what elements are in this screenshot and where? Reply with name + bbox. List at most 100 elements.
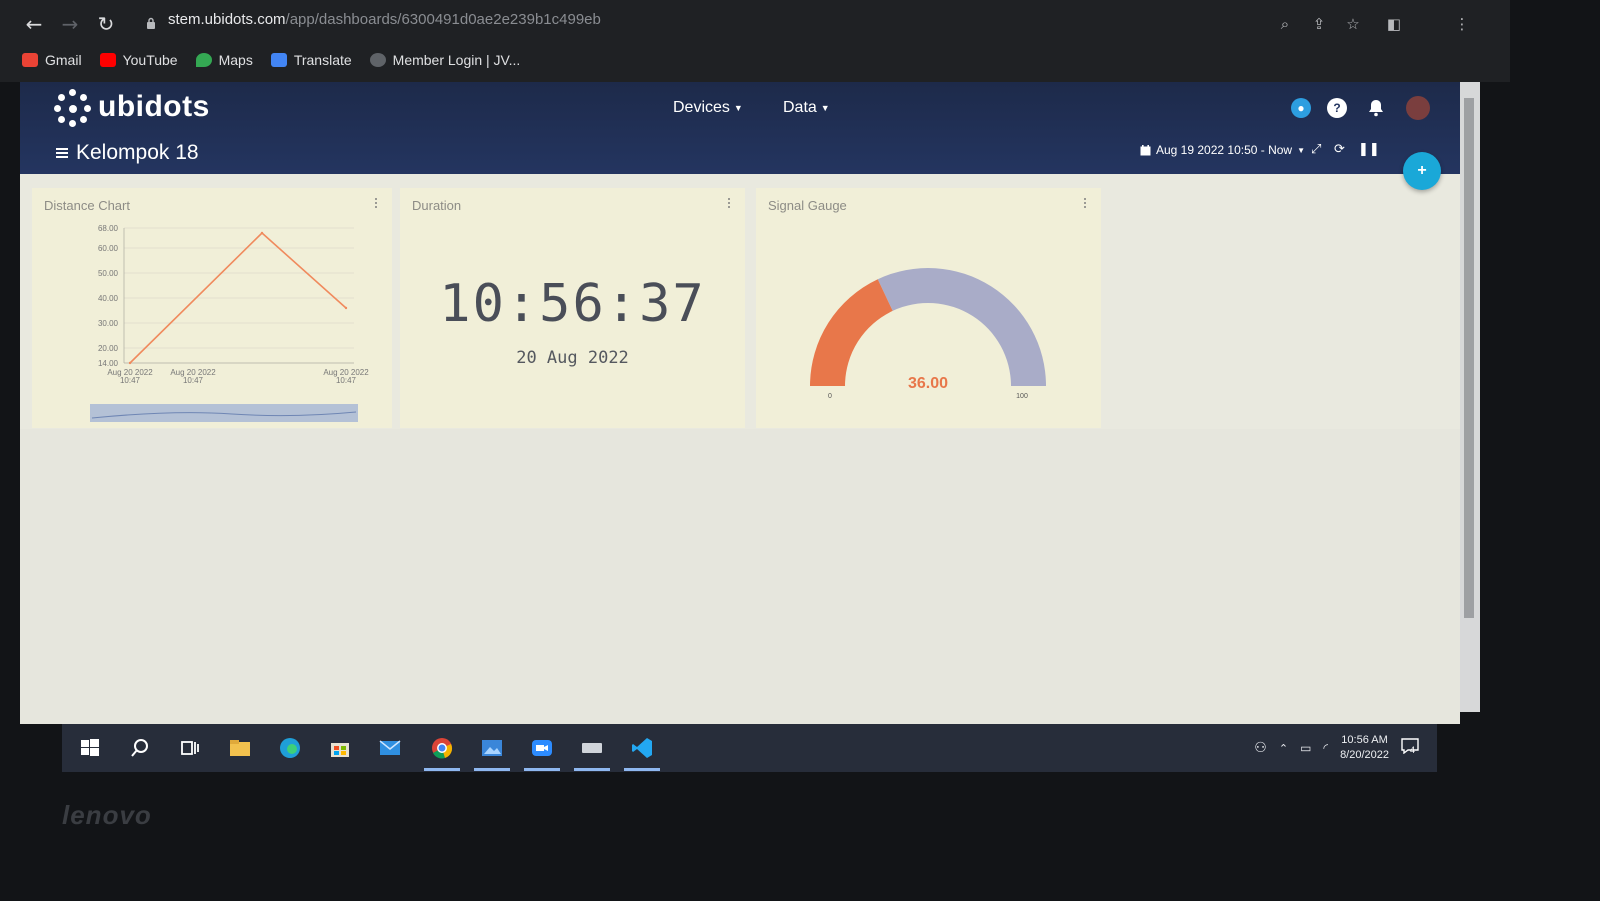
caret-down-icon: ▼: [820, 102, 830, 113]
y-tick-label: 60.00: [98, 244, 119, 253]
data-menu-label: Data: [783, 99, 817, 116]
bookmark-label: Maps: [218, 52, 253, 68]
windows-start-icon[interactable]: [78, 736, 102, 760]
dashboard-title[interactable]: Kelompok 18: [56, 141, 199, 165]
side-panel-icon[interactable]: ◧: [1384, 14, 1404, 34]
x-tick-label: 10:47: [336, 376, 357, 385]
y-tick-label: 68.00: [98, 224, 119, 233]
calendar-icon: [1140, 144, 1151, 155]
share-icon[interactable]: ⇪: [1309, 14, 1329, 34]
bookmarks-bar: Gmail YouTube Maps Translate Member Logi…: [22, 49, 520, 71]
dashboard-empty-area: [20, 429, 1460, 724]
bookmark-gmail[interactable]: Gmail: [22, 52, 82, 68]
bookmark-maps[interactable]: Maps: [195, 52, 253, 68]
vscode-icon[interactable]: [630, 736, 654, 760]
date-range-picker[interactable]: Aug 19 2022 10:50 - Now ▼: [1140, 143, 1305, 157]
data-menu[interactable]: Data ▼: [783, 99, 830, 117]
distance-chart-widget[interactable]: Distance Chart 68.00 60.00 50.00 40.00 30.00…: [32, 188, 392, 428]
page-scrollbar[interactable]: [1460, 82, 1480, 712]
url-path: /app/dashboards/6300491d0ae2e239b1c499eb: [285, 11, 601, 28]
chrome-icon[interactable]: [430, 736, 454, 760]
devices-menu-label: Devices: [673, 99, 730, 116]
gauge-value-label: 36.00: [908, 375, 948, 392]
devices-menu[interactable]: Devices ▼: [673, 99, 743, 117]
signal-gauge: 36.00 0 100: [810, 268, 1046, 400]
chat-icon[interactable]: ●: [1291, 98, 1311, 118]
data-point: [128, 361, 132, 365]
notification-count: 4: [1410, 745, 1416, 755]
bookmark-member-login[interactable]: Member Login | JV...: [369, 52, 521, 68]
data-point: [260, 231, 264, 235]
zoom-icon[interactable]: ⌕: [1275, 14, 1295, 34]
taskbar-clock[interactable]: 10:56 AM 8/20/2022: [1340, 733, 1389, 763]
help-icon[interactable]: ?: [1327, 98, 1347, 118]
y-tick-label: 30.00: [98, 319, 119, 328]
lock-icon: [147, 17, 155, 29]
distance-line-chart: 68.0060.0050.0040.0030.0020.0014.00Aug 2…: [90, 224, 369, 422]
search-icon[interactable]: [128, 736, 152, 760]
hamburger-icon[interactable]: [56, 148, 68, 158]
taskbar-date: 8/20/2022: [1340, 749, 1389, 761]
keyboard-active-indicator: [574, 768, 610, 771]
notification-center-icon[interactable]: 4: [1401, 738, 1423, 758]
bell-icon[interactable]: [1366, 98, 1386, 118]
brand-name: ubidots: [98, 90, 210, 123]
mail-icon[interactable]: [378, 736, 402, 760]
globe-icon: [369, 53, 386, 67]
data-point: [344, 306, 348, 310]
translate-icon: [270, 53, 287, 67]
y-tick-label: 50.00: [98, 269, 119, 278]
wifi-icon[interactable]: ◜: [1323, 741, 1328, 755]
bookmark-translate[interactable]: Translate: [270, 52, 352, 68]
people-icon[interactable]: ⚇: [1254, 740, 1267, 756]
range-navigator: [90, 404, 358, 422]
store-icon[interactable]: [328, 736, 352, 760]
duration-widget[interactable]: Duration 10:56:37 20 Aug 2022: [400, 188, 745, 428]
scrollbar-thumb[interactable]: [1464, 98, 1474, 618]
caret-down-icon: ▼: [733, 102, 743, 113]
gauge-min-label: 0: [828, 393, 832, 400]
keyboard-icon[interactable]: [580, 736, 604, 760]
expand-icon[interactable]: ⤢: [1311, 142, 1321, 157]
zoom-app-icon[interactable]: [530, 736, 554, 760]
address-bar[interactable]: stem.ubidots.com/app/dashboards/6300491d…: [140, 8, 1300, 40]
gauge-remaining-arc: [877, 268, 1046, 386]
more-menu-icon[interactable]: ⋮: [1452, 14, 1472, 34]
chevron-up-icon[interactable]: ⌃: [1279, 742, 1288, 755]
photos-icon[interactable]: [480, 736, 504, 760]
ubidots-logo-icon: [54, 88, 92, 127]
clock-date: 20 Aug 2022: [516, 348, 629, 368]
system-tray: ⚇ ⌃ ▭ ◜ 10:56 AM 8/20/2022 4: [1254, 724, 1423, 772]
forward-icon[interactable]: →: [58, 12, 82, 36]
app-header: ubidots Devices ▼ Data ▼ ● ? Kelompok 18 A…: [20, 82, 1465, 174]
monitor-brand-logo: lenovo: [62, 800, 152, 830]
file-explorer-icon[interactable]: [228, 736, 252, 760]
pause-icon[interactable]: ❚❚: [1358, 142, 1380, 157]
reload-icon[interactable]: ↻: [94, 12, 118, 36]
bookmark-label: Member Login | JV...: [392, 52, 521, 68]
widget-title: Duration: [412, 198, 462, 213]
back-icon[interactable]: ←: [22, 12, 46, 36]
vscode-active-indicator: [624, 768, 660, 771]
ubidots-logo[interactable]: ubidots: [54, 88, 210, 127]
battery-icon[interactable]: ▭: [1300, 741, 1311, 755]
signal-gauge-widget[interactable]: Signal Gauge 36.00 0 100: [756, 188, 1101, 428]
task-view-icon[interactable]: [178, 736, 202, 760]
maps-icon: [195, 53, 212, 67]
add-widget-button[interactable]: +: [1403, 152, 1441, 190]
widget-menu-icon[interactable]: [728, 198, 731, 210]
bookmark-label: Translate: [293, 52, 352, 68]
url-host: stem.ubidots.com: [168, 11, 286, 28]
browser-chrome: ← → ↻ stem.ubidots.com/app/dashboards/63…: [0, 0, 1510, 82]
avatar[interactable]: [1406, 96, 1430, 120]
refresh-icon[interactable]: ⟳: [1334, 142, 1345, 157]
edge-icon[interactable]: [278, 736, 302, 760]
bookmark-youtube[interactable]: YouTube: [99, 52, 178, 68]
zoom-active-indicator: [524, 768, 560, 771]
photos-active-indicator: [474, 768, 510, 771]
taskbar-time: 10:56 AM: [1341, 734, 1388, 746]
gauge-value-arc: [810, 279, 893, 386]
dashboard-canvas: Distance Chart 68.00 60.00 50.00 40.00 30.00…: [20, 174, 1460, 724]
bookmark-star-icon[interactable]: ☆: [1343, 14, 1363, 34]
date-range-text: Aug 19 2022 10:50 - Now: [1156, 143, 1293, 157]
